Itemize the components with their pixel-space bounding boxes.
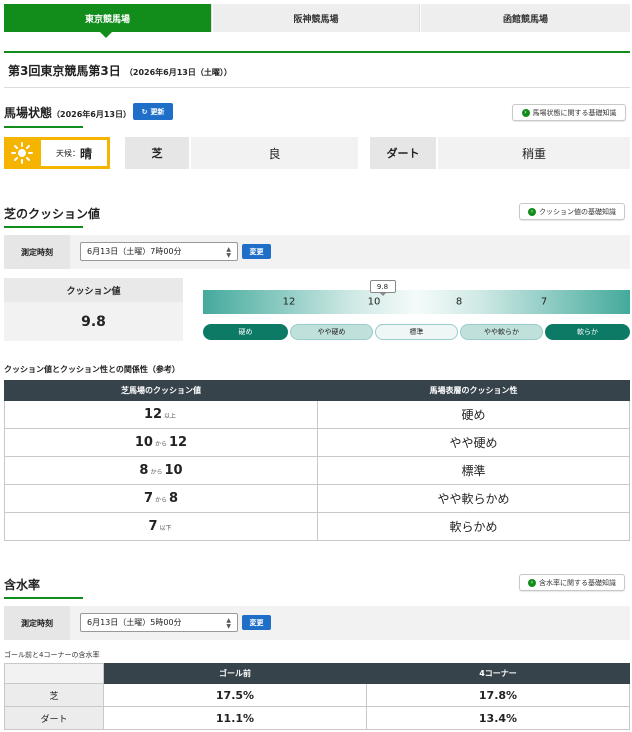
weather-box: 天候：晴 [4,137,110,169]
tab-tokyo[interactable]: 東京競馬場 [4,4,212,32]
cushion-info-button[interactable]: › クッション値の基礎知識 [519,203,625,220]
dirt-condition: 稍重 [438,137,630,169]
moisture-info-button[interactable]: › 含水率に関する基礎知識 [519,574,625,591]
time-label: 測定時刻 [4,235,70,269]
turf-label: 芝 [125,137,189,169]
section-underline [4,597,83,599]
section-underline [4,226,83,228]
cushion-section-title: 芝のクッション値 [4,207,101,221]
segment-standard: 標準 [375,324,458,340]
sun-icon [11,142,33,164]
arrow-right-icon: › [521,108,530,117]
refresh-icon: ↻ [141,107,148,116]
moisture-table: ゴール前 4コーナー 芝 17.5% 17.8% ダート 11.1% 13.4% [4,663,630,730]
select-arrows-icon: ▲ ▼ [226,617,231,630]
cushion-table: 芝馬場のクッション値 馬場表層のクッション性 12 以上 硬め 10 から 12 やや硬め… [4,380,630,541]
moisture-change-button[interactable]: 変更 [242,615,271,630]
table-row: 芝 17.5% 17.8% [4,683,630,707]
cushion-value: 9.8 [4,302,183,341]
page-title: 第3回東京競馬第3日 （2026年6月13日（土曜）） [8,64,232,78]
segment-soft: 軟らか [545,324,630,340]
table-header [4,663,104,684]
table-row: 10 から 12 やや硬め [4,428,630,457]
select-arrows-icon: ▲ ▼ [226,246,231,259]
moisture-section-title: 含水率 [4,578,41,592]
divider [4,87,630,88]
arrow-right-icon: › [528,578,536,587]
table-row: ダート 11.1% 13.4% [4,706,630,730]
cushion-marker-label: 9.8 [369,280,396,293]
cushion-scale-bar [203,290,630,314]
weather-label: 天候： [55,148,80,158]
table-header: 芝馬場のクッション値 [4,380,318,401]
tab-divider [4,51,630,53]
table-header: 4コーナー [366,663,630,684]
tab-hanshin[interactable]: 阪神競馬場 [213,4,420,32]
cushion-table-caption: クッション値とクッション性との関係性（参考） [4,365,180,374]
cushion-time-select[interactable]: 6月13日（土曜）7時00分 ▲ ▼ [80,242,238,261]
update-button[interactable]: ↻ 更新 [133,103,173,120]
section-underline [4,126,83,128]
cushion-value-label: クッション値 [4,278,183,302]
track-info-button[interactable]: › 馬場状態に関する基礎知識 [512,104,626,121]
moisture-caption: ゴール前と4コーナーの含水率 [4,651,100,659]
table-header: 馬場表層のクッション性 [317,380,630,401]
table-row: 12 以上 硬め [4,400,630,429]
track-section-title: 馬場状態（2026年6月13日） [4,106,131,120]
segment-slightly-soft: やや軟らか [460,324,543,340]
time-label: 測定時刻 [4,606,70,640]
weather-value: 晴 [79,146,92,161]
segment-slightly-hard: やや硬め [290,324,373,340]
moisture-time-select[interactable]: 6月13日（土曜）5時00分 ▲ ▼ [80,613,238,632]
turf-condition: 良 [191,137,358,169]
table-row: 8 から 10 標準 [4,456,630,485]
table-row: 7 以下 軟らかめ [4,512,630,541]
table-row: 7 から 8 やや軟らかめ [4,484,630,513]
cushion-change-button[interactable]: 変更 [242,244,271,259]
active-tab-indicator [100,32,112,38]
dirt-label: ダート [370,137,436,169]
table-header: ゴール前 [103,663,367,684]
tab-hakodate[interactable]: 函館競馬場 [421,4,630,32]
segment-hard: 硬め [203,324,288,340]
arrow-right-icon: › [528,207,536,216]
